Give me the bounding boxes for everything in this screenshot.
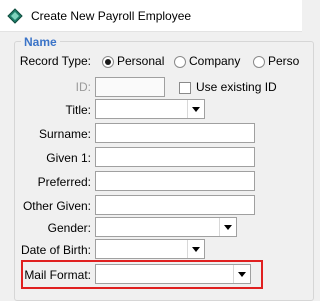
radio-company[interactable]	[174, 56, 186, 68]
chevron-down-icon[interactable]	[187, 240, 204, 258]
radio-personal-label[interactable]: Personal	[117, 54, 164, 68]
use-existing-id-label[interactable]: Use existing ID	[196, 80, 277, 94]
mail-format-label: Mail Format:	[24, 268, 91, 282]
other-given-label: Other Given:	[22, 199, 91, 213]
date-of-birth-picker[interactable]	[95, 239, 205, 259]
id-field[interactable]	[95, 77, 165, 97]
radio-company-label[interactable]: Company	[189, 54, 240, 68]
given1-field[interactable]	[95, 147, 255, 167]
id-label: ID:	[75, 80, 91, 94]
payroll-diamond-icon	[7, 8, 23, 24]
radio-personal-2[interactable]	[253, 56, 265, 68]
radio-personal-2-label[interactable]: Perso	[268, 54, 299, 68]
group-legend: Name	[21, 35, 60, 49]
record-type-label: Record Type:	[19, 54, 91, 68]
title-dropdown[interactable]	[95, 99, 205, 119]
mail-format-dropdown[interactable]	[95, 264, 251, 284]
gender-label: Gender:	[47, 221, 91, 235]
preferred-field[interactable]	[95, 171, 255, 191]
gender-dropdown[interactable]	[95, 217, 237, 237]
title-label: Title:	[65, 103, 91, 117]
chevron-down-icon[interactable]	[219, 218, 236, 236]
title-bar: Create New Payroll Employee	[0, 0, 302, 32]
surname-label: Surname:	[38, 127, 91, 141]
radio-personal[interactable]	[102, 56, 114, 68]
use-existing-id-checkbox[interactable]	[179, 82, 191, 94]
given1-label: Given 1:	[46, 151, 91, 165]
window-title: Create New Payroll Employee	[31, 9, 192, 23]
chevron-down-icon[interactable]	[233, 265, 250, 283]
other-given-field[interactable]	[95, 195, 255, 215]
surname-field[interactable]	[95, 123, 255, 143]
preferred-label: Preferred:	[37, 175, 91, 189]
chevron-down-icon[interactable]	[187, 100, 204, 118]
date-of-birth-label: Date of Birth:	[20, 243, 91, 257]
